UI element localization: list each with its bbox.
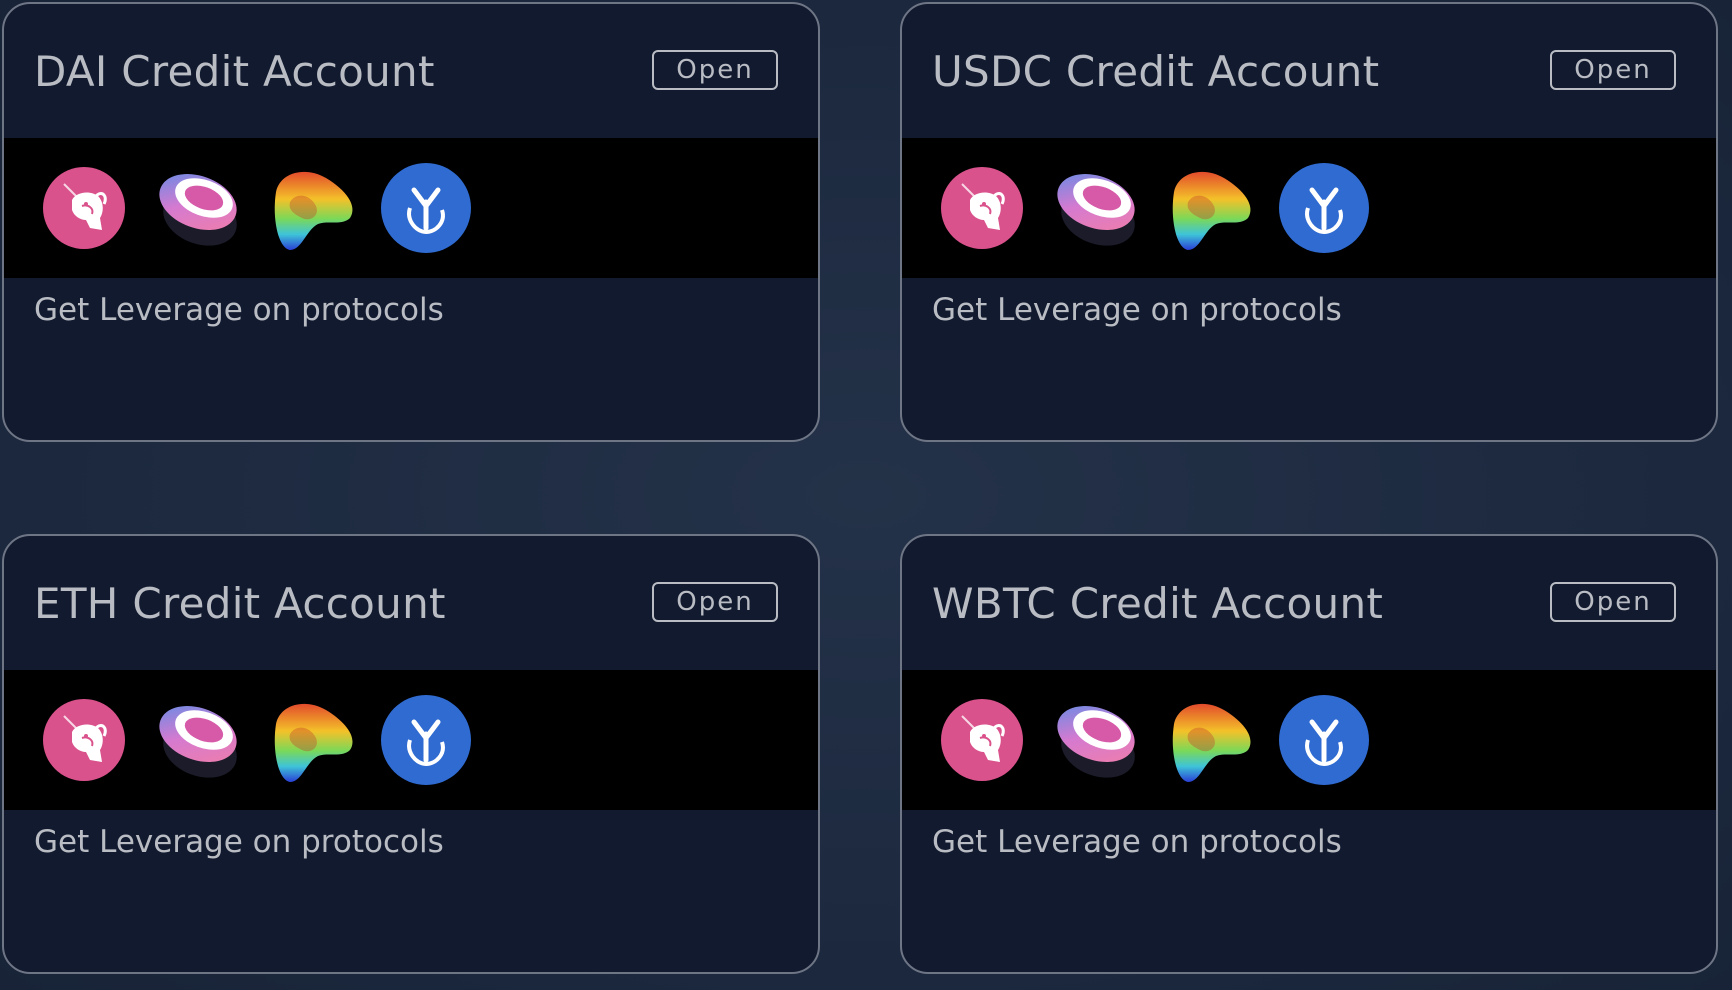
open-button[interactable]: Open [1550,50,1676,90]
uniswap-icon [936,694,1028,786]
credit-account-card: WBTC Credit Account Open Get Leverage on… [900,534,1718,974]
protocol-icon-strip [4,138,818,278]
credit-account-card: USDC Credit Account Open Get Leverage on… [900,2,1718,442]
card-header: WBTC Credit Account Open [902,536,1716,670]
card-description: Get Leverage on protocols [932,292,1342,328]
card-title: USDC Credit Account [932,46,1380,96]
uniswap-icon [38,162,130,254]
open-button[interactable]: Open [1550,582,1676,622]
protocol-icon-strip [902,138,1716,278]
credit-account-card: DAI Credit Account Open Get Leverage on … [2,2,820,442]
curve-icon [1164,162,1256,254]
credit-account-card: ETH Credit Account Open Get Leverage on … [2,534,820,974]
card-description: Get Leverage on protocols [932,824,1342,860]
uniswap-icon [38,694,130,786]
sushiswap-icon [152,694,244,786]
card-title: ETH Credit Account [34,578,446,628]
curve-icon [266,162,358,254]
card-title: DAI Credit Account [34,46,435,96]
curve-icon [266,694,358,786]
sushiswap-icon [1050,694,1142,786]
sushiswap-icon [152,162,244,254]
protocol-icon-strip [4,670,818,810]
card-header: DAI Credit Account Open [4,4,818,138]
uniswap-icon [936,162,1028,254]
yearn-icon [1278,694,1370,786]
yearn-icon [380,694,472,786]
credit-account-grid: DAI Credit Account Open Get Leverage on … [2,2,1718,974]
sushiswap-icon [1050,162,1142,254]
card-title: WBTC Credit Account [932,578,1384,628]
card-description: Get Leverage on protocols [34,824,444,860]
open-button[interactable]: Open [652,582,778,622]
open-button[interactable]: Open [652,50,778,90]
yearn-icon [1278,162,1370,254]
yearn-icon [380,162,472,254]
card-header: ETH Credit Account Open [4,536,818,670]
curve-icon [1164,694,1256,786]
card-header: USDC Credit Account Open [902,4,1716,138]
card-description: Get Leverage on protocols [34,292,444,328]
protocol-icon-strip [902,670,1716,810]
